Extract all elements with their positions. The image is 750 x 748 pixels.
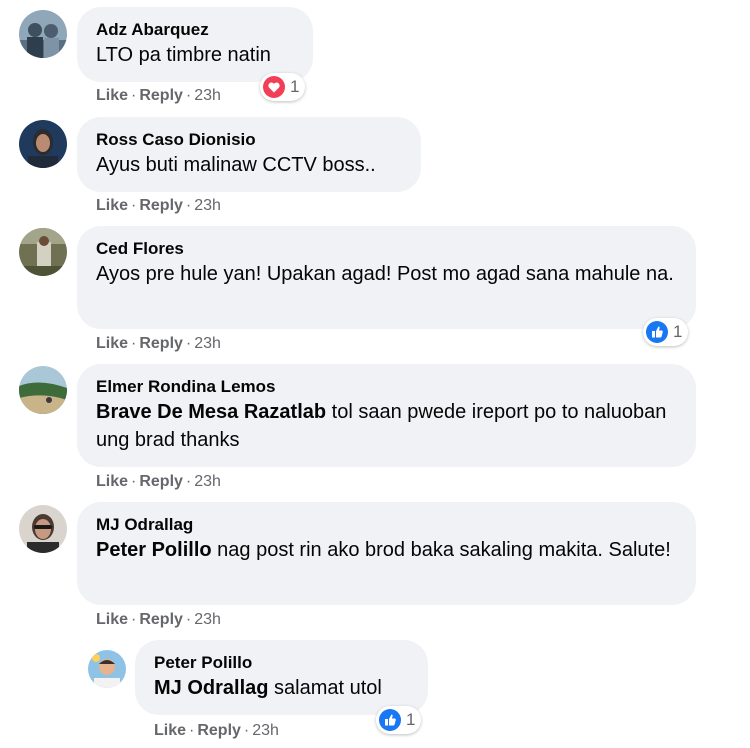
like-link[interactable]: Like <box>154 722 186 739</box>
mention-link[interactable]: MJ Odrallag <box>154 677 268 699</box>
comment-body: Ayus buti malinaw CCTV boss.. <box>96 154 376 176</box>
timestamp[interactable]: 23h <box>194 87 221 104</box>
comment-body: nag post rin ako brod baka sakaling maki… <box>211 539 671 561</box>
comment-author[interactable]: Ross Caso Dionisio <box>96 129 401 151</box>
like-reaction-icon <box>379 709 401 731</box>
mention-link[interactable]: Brave De Mesa Razatlab <box>96 401 326 423</box>
reaction-count-value: 1 <box>406 710 416 729</box>
comment-bubble: Adz Abarquez LTO pa timbre natin <box>77 7 313 82</box>
comment-text: Ayos pre hule yan! Upakan agad! Post mo … <box>96 260 676 288</box>
avatar[interactable] <box>19 505 67 553</box>
reaction-count[interactable]: 1 <box>643 318 689 346</box>
heart-reaction-icon <box>263 76 285 98</box>
reaction-count-value: 1 <box>673 322 683 341</box>
comment-body: salamat utol <box>268 677 382 699</box>
comment-actions: Like · Reply · 23h <box>154 722 279 739</box>
comment-bubble: MJ Odrallag Peter Polillo nag post rin a… <box>77 502 696 605</box>
avatar[interactable] <box>19 120 67 168</box>
comment-author[interactable]: MJ Odrallag <box>96 514 676 536</box>
comment-bubble: Ced Flores Ayos pre hule yan! Upakan aga… <box>77 226 696 329</box>
comment-bubble: Ross Caso Dionisio Ayus buti malinaw CCT… <box>77 117 421 192</box>
comment-actions: Like · Reply · 23h <box>96 611 221 628</box>
comment-author[interactable]: Ced Flores <box>96 238 676 260</box>
comment-actions: Like · Reply · 23h <box>96 197 221 214</box>
timestamp[interactable]: 23h <box>252 722 279 739</box>
like-link[interactable]: Like <box>96 335 128 352</box>
timestamp[interactable]: 23h <box>194 335 221 352</box>
comment-author[interactable]: Elmer Rondina Lemos <box>96 376 676 398</box>
reaction-count[interactable]: 1 <box>376 706 422 734</box>
like-link[interactable]: Like <box>96 611 128 628</box>
timestamp[interactable]: 23h <box>194 611 221 628</box>
comment-author[interactable]: Peter Polillo <box>154 652 408 674</box>
comment-text: Peter Polillo nag post rin ako brod baka… <box>96 536 676 564</box>
reply-link[interactable]: Reply <box>139 197 183 214</box>
reply-link[interactable]: Reply <box>139 473 183 490</box>
like-reaction-icon <box>646 321 668 343</box>
reaction-count[interactable]: 1 <box>260 73 306 101</box>
comment-body: LTO pa timbre natin <box>96 44 271 66</box>
timestamp[interactable]: 23h <box>194 473 221 490</box>
reply-link[interactable]: Reply <box>197 722 241 739</box>
mention-link[interactable]: Peter Polillo <box>96 539 212 561</box>
reply-link[interactable]: Reply <box>139 87 183 104</box>
comment-author[interactable]: Adz Abarquez <box>96 19 293 41</box>
comment-text: MJ Odrallag salamat utol <box>154 674 408 702</box>
like-link[interactable]: Like <box>96 473 128 490</box>
comment-body: Ayos pre hule yan! Upakan agad! Post mo … <box>96 263 674 285</box>
like-link[interactable]: Like <box>96 197 128 214</box>
comment-text: LTO pa timbre natin <box>96 41 293 69</box>
reply-link[interactable]: Reply <box>139 335 183 352</box>
comment-actions: Like · Reply · 23h <box>96 473 221 490</box>
comment-text: Ayus buti malinaw CCTV boss.. <box>96 151 401 179</box>
avatar[interactable] <box>19 228 67 276</box>
reaction-count-value: 1 <box>290 77 300 96</box>
reply-link[interactable]: Reply <box>139 611 183 628</box>
avatar[interactable] <box>88 650 126 688</box>
comment-actions: Like · Reply · 23h <box>96 87 221 104</box>
comment-bubble: Peter Polillo MJ Odrallag salamat utol <box>135 640 428 715</box>
comment-text: Brave De Mesa Razatlab tol saan pwede ir… <box>96 398 676 454</box>
comment-actions: Like · Reply · 23h <box>96 335 221 352</box>
avatar[interactable] <box>19 10 67 58</box>
comment-bubble: Elmer Rondina Lemos Brave De Mesa Razatl… <box>77 364 696 467</box>
avatar[interactable] <box>19 366 67 414</box>
timestamp[interactable]: 23h <box>194 197 221 214</box>
like-link[interactable]: Like <box>96 87 128 104</box>
